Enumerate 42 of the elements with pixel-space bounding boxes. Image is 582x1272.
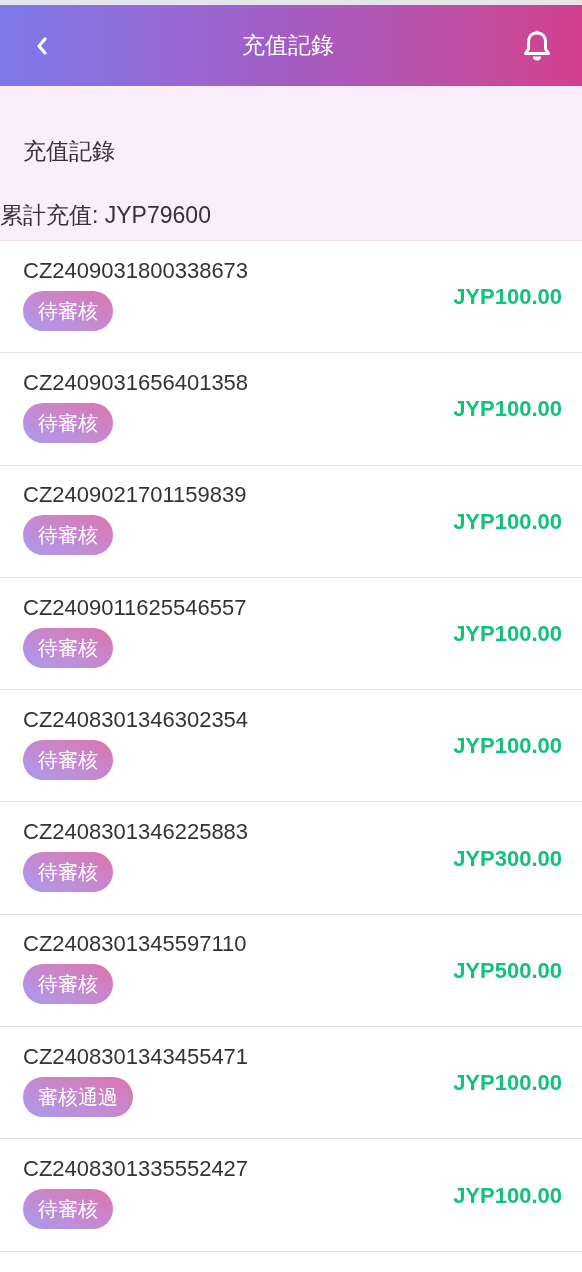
order-number: CZ2409031656401358 [23, 368, 249, 397]
record-row[interactable]: CZ2409011625546557 待審核 JYP100.00 [0, 577, 582, 691]
page-title: 充值記錄 [242, 31, 334, 61]
status-label: 待審核 [23, 402, 113, 443]
record-row[interactable]: CZ2409031656401358 待審核 JYP100.00 [0, 353, 582, 466]
order-number: CZ2409011625546557 [23, 593, 247, 622]
record-row[interactable]: CZ2408301335552427 待審核 JYP100.00 [0, 1139, 582, 1252]
amount: JYP100.00 [453, 1181, 562, 1210]
bell-icon [523, 29, 551, 62]
amount: JYP300.00 [453, 844, 562, 873]
amount: JYP100.00 [453, 732, 562, 761]
order-number: CZ2408301335552427 [23, 1155, 249, 1183]
record-row[interactable]: CZ2408301346225883 待審核 JYP300.00 [0, 802, 582, 915]
status-label: 審核通過 [23, 1076, 133, 1117]
record-row[interactable]: CZ2408301343455471 審核通過 JYP100.00 [0, 1027, 582, 1140]
amount: JYP500.00 [453, 956, 562, 985]
status-label: 待審核 [23, 515, 113, 556]
status-label: 待審核 [23, 739, 113, 780]
section-title: 充值記錄 [23, 137, 116, 166]
amount: JYP100.00 [453, 1069, 562, 1098]
amount: JYP100.00 [453, 507, 562, 536]
amount: JYP100.00 [453, 620, 562, 649]
status-label: 待審核 [23, 1189, 113, 1229]
order-number: CZ2408301346225883 [23, 818, 249, 847]
amount: JYP100.00 [453, 283, 562, 312]
record-row[interactable]: CZ2409031800338673 待審核 JYP100.00 [0, 241, 582, 354]
status-label: 待審核 [23, 964, 113, 1005]
order-number: CZ2409031800338673 [23, 256, 249, 285]
order-number: CZ2408301345597110 [23, 930, 247, 959]
back-icon [35, 35, 49, 56]
amount: JYP100.00 [453, 395, 562, 424]
status-label: 待審核 [23, 852, 113, 893]
record-row[interactable]: CZ2409021701159839 待審核 JYP100.00 [0, 465, 582, 578]
order-number: CZ2409021701159839 [23, 481, 247, 510]
order-number: CZ2408301346302354 [23, 705, 249, 734]
status-label: 待審核 [23, 290, 113, 331]
status-label: 待審核 [23, 627, 113, 668]
notification-button[interactable] [522, 28, 552, 63]
total-recharge: 累計充值: JYP79600 [0, 201, 212, 230]
record-row[interactable]: CZ2408301346302354 待審核 JYP100.00 [0, 690, 582, 803]
record-row[interactable]: CZ2408301345597110 待審核 JYP500.00 [0, 914, 582, 1028]
order-number: CZ2408301343455471 [23, 1042, 249, 1071]
